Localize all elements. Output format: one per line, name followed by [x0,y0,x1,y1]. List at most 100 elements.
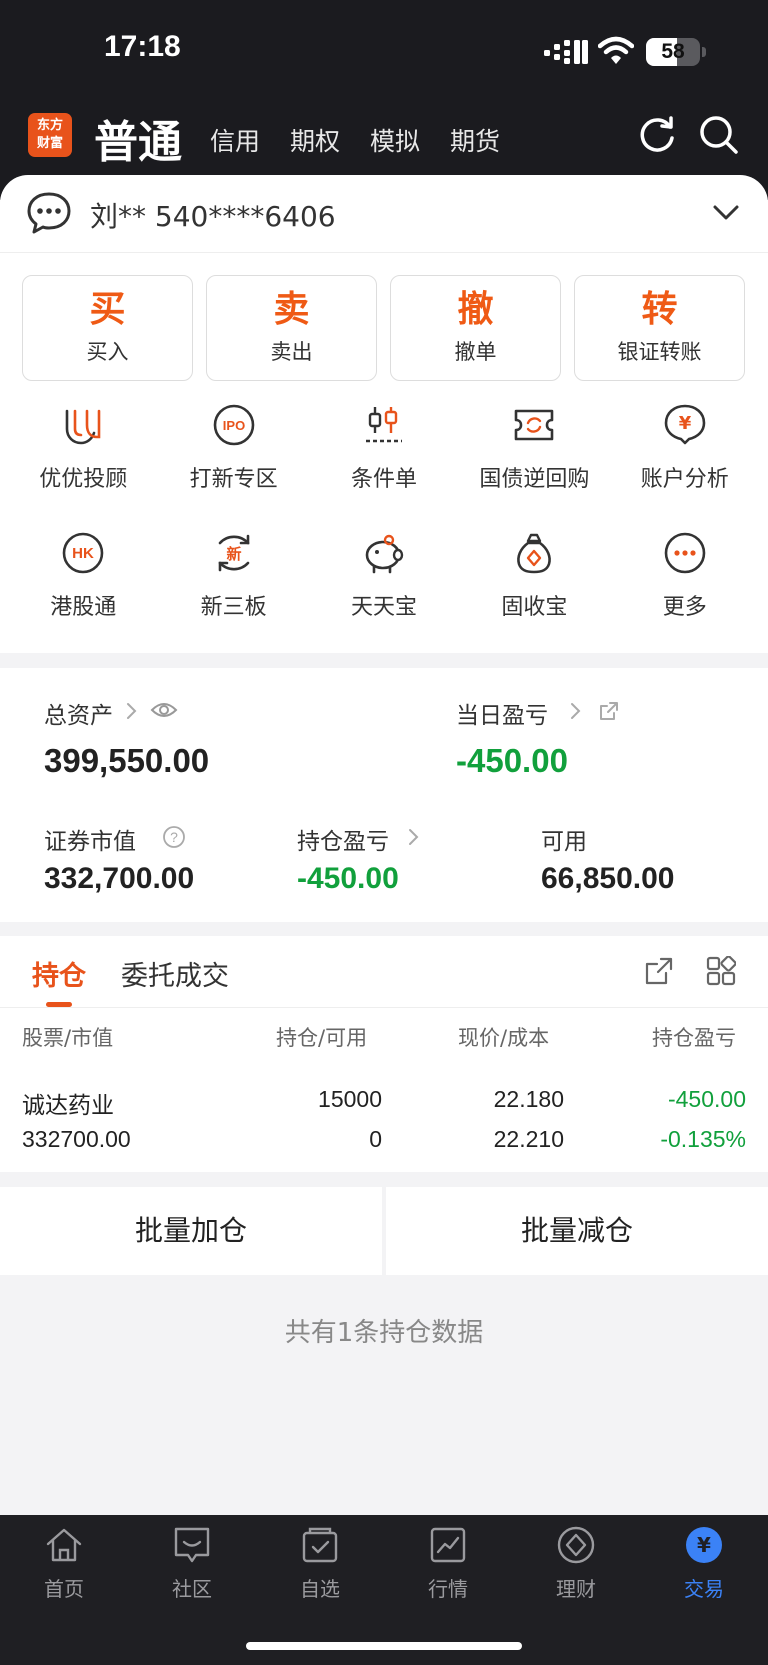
eye-icon[interactable] [150,700,178,720]
search-icon[interactable] [698,114,740,156]
tab-label: 交易 [684,1577,724,1601]
svg-text:?: ? [170,829,178,845]
buy-char: 买 [89,289,126,330]
tab-label: 行情 [428,1577,468,1601]
tab-options[interactable]: 期权 [290,122,340,158]
cost-price: 22.210 [493,1126,564,1152]
sell-button[interactable]: 卖卖出 [206,275,377,381]
cancel-char: 撤 [457,289,494,330]
feature-condition-order[interactable]: 条件单 [309,403,459,531]
svg-text:HK: HK [72,545,94,562]
cancel-order-button[interactable]: 撤撤单 [390,275,561,381]
batch-reduce-button[interactable]: 批量减仓 [386,1187,768,1275]
account-type-tabs: 信用 期权 模拟 期货 [210,122,530,158]
battery-nub [702,47,706,57]
community-icon [174,1527,210,1563]
status-bar: 17:18 58 [0,0,768,100]
feature-label: 条件单 [350,467,417,492]
transfer-label: 银证转账 [617,340,702,364]
tab-simulation[interactable]: 模拟 [370,122,420,158]
feature-more[interactable]: 更多 [610,531,760,659]
holdings-count: 共有1条持仓数据 [284,1318,484,1348]
trade-icon: ¥ [686,1527,722,1563]
batch-add-button[interactable]: 批量加仓 [0,1187,382,1275]
asset-summary: 总资产 399,550.00 当日盈亏 -450.00 证券市值 ? 332,7… [0,668,768,922]
position-pnl-percent: -0.135% [660,1126,746,1152]
feature-tiantianbao[interactable]: 天天宝 [309,531,459,659]
total-assets-label[interactable]: 总资产 [44,696,113,730]
stock-market-value: 332700.00 [22,1126,131,1152]
feature-label: 固收宝 [501,595,568,620]
share-icon[interactable] [644,956,674,986]
external-link-icon[interactable] [598,700,620,722]
daily-pnl-label[interactable]: 当日盈亏 [456,696,548,730]
buy-label: 买入 [86,340,129,364]
feature-label: 新三板 [200,595,267,620]
available-label: 可用 [541,829,587,855]
holdings-panel: 持仓 委托成交 股票/市值 持仓/可用 现价/成本 持仓盈亏 诚达药业 3327… [0,936,768,1172]
tab-holdings[interactable]: 持仓 [32,954,86,993]
feature-hk-connect[interactable]: HK 港股通 [8,531,158,659]
tab-orders[interactable]: 委托成交 [121,954,229,993]
help-icon[interactable]: ? [162,825,186,849]
chevron-right-icon[interactable] [126,701,138,721]
col-header-position: 持仓/可用 [276,1026,368,1050]
feature-gushoubao[interactable]: 固收宝 [459,531,609,659]
account-name: 刘** 540****6406 [90,200,336,233]
sell-char: 卖 [273,289,310,330]
feature-row: 优优投顾 IPO 打新专区 条件单 国债逆回购 ¥ 账户分析 [8,403,760,531]
condition-order-icon [365,407,402,443]
buy-button[interactable]: 买买入 [22,275,193,381]
feature-grid: 优优投顾 IPO 打新专区 条件单 国债逆回购 ¥ 账户分析 HK 港股通 新 … [8,403,760,659]
feature-label: 打新专区 [189,467,278,492]
tab-credit[interactable]: 信用 [210,122,260,158]
market-value-label: 证券市值 [44,829,136,855]
feature-label: 账户分析 [640,467,729,492]
available-value: 66,850.00 [541,862,675,895]
current-price: 22.180 [493,1086,564,1112]
refresh-icon[interactable] [636,114,678,156]
svg-text:新: 新 [226,545,241,563]
battery-icon: 58 [646,38,700,66]
new-third-board-icon: 新 [218,534,249,572]
chat-bubble-icon [27,192,71,234]
brand-logo[interactable]: 东方 财富 [28,113,72,157]
svg-text:¥: ¥ [697,1533,711,1557]
battery-percent: 58 [661,40,685,63]
tab-label: 社区 [172,1577,212,1601]
col-header-pnl: 持仓盈亏 [652,1026,736,1050]
tab-wealth[interactable]: 理财 [512,1515,640,1665]
grid-view-icon[interactable] [706,956,736,986]
bank-transfer-button[interactable]: 转银证转账 [574,275,745,381]
feature-advisor[interactable]: 优优投顾 [8,403,158,531]
tab-futures[interactable]: 期货 [450,122,500,158]
quick-actions: 买买入 卖卖出 撤撤单 转银证转账 [22,275,758,381]
page-title[interactable]: 普通 [94,106,182,170]
feature-ipo[interactable]: IPO 打新专区 [158,403,308,531]
feature-repo[interactable]: 国债逆回购 [459,403,609,531]
repo-icon [515,409,554,441]
home-icon [46,1528,82,1562]
watchlist-icon [302,1527,338,1563]
hk-icon: HK [62,532,104,574]
tab-label: 自选 [300,1577,340,1601]
position-pnl-amount: -450.00 [667,1086,746,1112]
tab-trade[interactable]: ¥ 交易 [640,1515,768,1665]
transfer-char: 转 [641,289,678,330]
feature-new-third-board[interactable]: 新 新三板 [158,531,308,659]
chevron-right-icon[interactable] [570,701,582,721]
tab-label: 首页 [44,1577,84,1601]
cancel-label: 撤单 [454,340,497,364]
ipo-icon: IPO [213,404,254,446]
chevron-right-icon[interactable] [408,827,420,847]
daily-pnl-value: -450.00 [456,742,568,779]
account-analysis-icon: ¥ [664,404,706,445]
account-selector[interactable]: 刘** 540****6406 [0,175,768,253]
tab-home[interactable]: 首页 [0,1515,128,1665]
tab-community[interactable]: 社区 [128,1515,256,1665]
position-pnl-label[interactable]: 持仓盈亏 [297,822,389,856]
feature-account-analysis[interactable]: ¥ 账户分析 [610,403,760,531]
chevron-down-icon[interactable] [712,203,740,223]
tab-label: 理财 [556,1577,596,1601]
feature-label: 优优投顾 [39,467,128,492]
